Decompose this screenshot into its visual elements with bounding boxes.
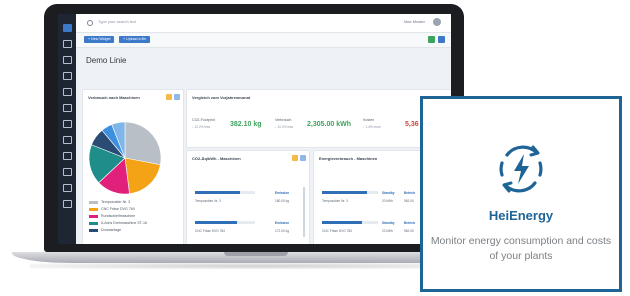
sidebar-item-dashboard-icon[interactable] [63, 24, 72, 32]
laptop-shadow [30, 263, 480, 269]
legend-swatch [89, 214, 98, 218]
search-input[interactable]: Type your search text [98, 19, 136, 24]
save-layout-button[interactable] [428, 36, 435, 43]
co2-bar [195, 191, 255, 194]
kpi-value: 5,36 [405, 121, 419, 128]
operation-value: 962.00 [404, 199, 414, 203]
emission-label: Emission [275, 221, 290, 225]
legend-item: CNC Fräse DVG 784 [89, 207, 135, 211]
brand-panel: HeiEnergy Monitor energy consumption and… [420, 96, 622, 292]
legend-item: Druckanlage [89, 228, 121, 232]
legend-item: Rundschleifmaschine [89, 214, 135, 218]
upload-file-button[interactable]: + Upload a file [119, 36, 151, 43]
sidebar-item-reports-icon[interactable] [63, 88, 72, 96]
operation-label: Betrieb [404, 221, 415, 225]
page-title: Demo Linie [86, 56, 127, 65]
search-icon[interactable] [87, 20, 93, 26]
settings-button[interactable] [438, 36, 445, 43]
card-settings-button[interactable] [300, 155, 306, 161]
legend-swatch [89, 221, 98, 225]
card-title: Vergleich zum Vorjahresmonat [192, 95, 251, 100]
operation-value: 962.00 [404, 229, 414, 233]
sidebar-item-documents-icon[interactable] [63, 56, 72, 64]
co2-bar-fill [195, 221, 237, 224]
pie-chart [88, 121, 162, 195]
kpi-label: CO2-Footprint [192, 118, 215, 122]
energy-bar [322, 191, 378, 194]
emission-value: 180.00 kg [275, 199, 290, 203]
energy-bar-fill [322, 191, 367, 194]
kpi-label: Kosten [363, 118, 375, 122]
kpi-trend: ↑ 1.4% more [363, 125, 381, 129]
standby-label: Standby [382, 191, 395, 195]
comparison-card: Vergleich zum Vorjahresmonat CO2-Footpri… [186, 89, 451, 148]
co2-bar [195, 221, 255, 224]
brand-description: Monitor energy consumption and costs of … [430, 235, 612, 262]
sidebar-item-energy-icon[interactable] [63, 168, 72, 176]
energy-bar-fill [322, 221, 363, 224]
top-bar: Type your search text Max Muster [76, 14, 451, 33]
kpi-label: Verbrauch [275, 118, 292, 122]
kpi-trend: ↓ 10.2% less [275, 125, 294, 129]
card-settings-button[interactable] [174, 94, 180, 100]
card-edit-button[interactable] [166, 94, 172, 100]
machine-name: Temposolder Nr. 3 [195, 199, 221, 203]
energy-cycle-icon [499, 145, 543, 193]
machine-name: CNC Fräse DVG 784 [322, 229, 352, 233]
standby-value: 20 kWh [382, 199, 393, 203]
sidebar-item-settings-icon[interactable] [63, 120, 72, 128]
legend-swatch [89, 228, 98, 232]
laptop-notch [224, 252, 288, 256]
pie-slice[interactable] [124, 121, 162, 166]
user-name: Max Muster [404, 19, 425, 24]
card-title: Verbrauch nach Maschinen [88, 95, 140, 100]
sidebar-item-machines-icon[interactable] [63, 72, 72, 80]
standby-value: 22 kWh [382, 229, 393, 233]
emission-value: 172.00 kg [275, 229, 290, 233]
standby-label: Standby [382, 221, 395, 225]
legend-swatch [89, 200, 98, 204]
sidebar-item-inventory-icon[interactable] [63, 184, 72, 192]
sidebar-item-security-icon[interactable] [63, 200, 72, 208]
app-screen: Type your search text Max Muster + New W… [58, 14, 451, 244]
legend-swatch [89, 207, 98, 211]
legend-item: 5-Achs Drehmaschine ST-16 [89, 221, 147, 225]
kpi-value: 382.10 kg [230, 121, 262, 128]
sidebar-item-alerts-icon[interactable] [63, 104, 72, 112]
kpi-trend: ↓ 10.2% less [192, 125, 211, 129]
legend-item: Temposolder Nr. 3 [89, 200, 130, 204]
kpi-value: 2,305.00 kWh [307, 121, 351, 128]
operation-label: Betrieb [404, 191, 415, 195]
sidebar-item-analytics-icon[interactable] [63, 40, 72, 48]
co2-card: CO2-Äq/kWh - Maschinen Temposolder Nr. 3… [186, 150, 310, 244]
energy-bar [322, 221, 378, 224]
new-widget-button[interactable]: + New Widget [84, 36, 115, 43]
co2-bar-fill [195, 191, 240, 194]
scrollbar[interactable] [303, 187, 305, 237]
card-title: CO2-Äq/kWh - Maschinen [192, 156, 241, 161]
machine-name: Temposolder Nr. 3 [322, 199, 348, 203]
avatar[interactable] [433, 18, 441, 26]
sidebar-item-messages-icon[interactable] [63, 136, 72, 144]
sidebar-item-charts-icon[interactable] [63, 152, 72, 160]
card-edit-button[interactable] [292, 155, 298, 161]
machine-name: CNC Fräse DVG 784 [195, 229, 225, 233]
emission-label: Emission [275, 191, 290, 195]
consumption-card: Verbrauch nach Maschinen Temposolder Nr.… [82, 89, 184, 244]
card-title: Energieverbrauch - Maschinen [319, 156, 378, 161]
brand-title: HeiEnergy [488, 208, 554, 223]
sidebar [58, 14, 76, 244]
toolbar: + New Widget + Upload a file [76, 33, 451, 48]
